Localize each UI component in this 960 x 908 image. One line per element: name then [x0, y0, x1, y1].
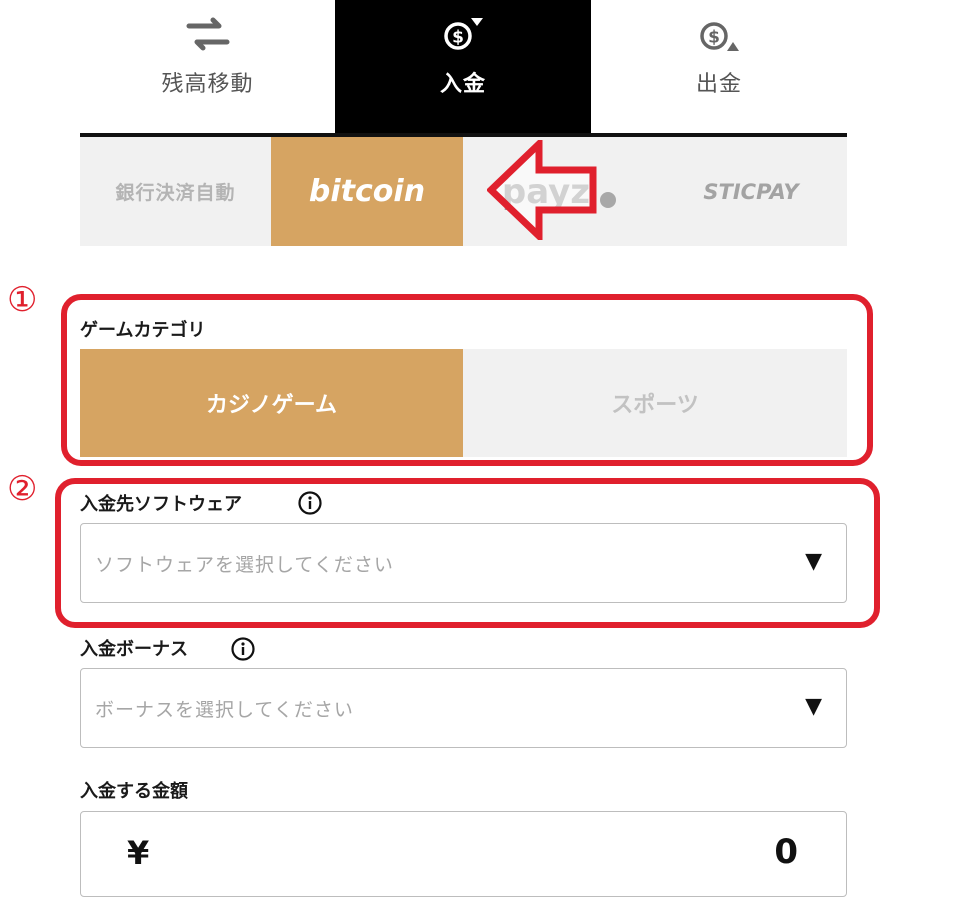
payment-bitcoin[interactable]: bitcoin: [271, 137, 463, 246]
category-casino-button[interactable]: カジノゲーム: [80, 349, 463, 457]
info-icon[interactable]: [230, 636, 256, 666]
payment-payz[interactable]: payz: [463, 137, 655, 246]
amount-value: 0: [774, 832, 798, 872]
tab-deposit[interactable]: $ 入金: [335, 0, 591, 133]
payment-method-bar: 銀行決済自動 bitcoin payz STICPAY: [80, 137, 847, 246]
step-2-marker: ②: [7, 469, 38, 509]
transfer-arrows-icon: [183, 14, 233, 58]
payz-logo: payz: [501, 171, 591, 212]
category-sports-button[interactable]: スポーツ: [463, 349, 847, 457]
bitcoin-logo: bitcoin: [308, 174, 426, 209]
amount-label: 入金する金額: [80, 781, 188, 802]
game-category-label: ゲームカテゴリ: [80, 320, 206, 341]
currency-symbol: ¥: [127, 834, 150, 872]
bonus-label: 入金ボーナス: [80, 639, 188, 660]
payment-label: 銀行決済自動: [115, 182, 236, 204]
bonus-select[interactable]: ボーナスを選択してください ▼: [80, 668, 847, 748]
tab-label: 入金: [439, 72, 486, 97]
tab-balance-transfer[interactable]: 残高移動: [80, 0, 335, 133]
payment-sticpay[interactable]: STICPAY: [655, 137, 847, 246]
tab-label: 残高移動: [161, 72, 254, 97]
tab-label: 出金: [695, 72, 742, 97]
tab-withdraw[interactable]: $ 出金: [591, 0, 847, 133]
deposit-dollar-icon: $: [438, 14, 488, 58]
amount-input[interactable]: ¥ 0: [80, 811, 847, 897]
category-label: カジノゲーム: [206, 393, 337, 418]
withdraw-dollar-icon: $: [694, 14, 744, 58]
software-placeholder: ソフトウェアを選択してください: [95, 554, 394, 576]
dropdown-caret-icon: ▼: [805, 549, 822, 574]
sticpay-logo: STICPAY: [703, 179, 799, 204]
dropdown-caret-icon: ▼: [805, 694, 822, 719]
info-icon[interactable]: [297, 490, 323, 520]
game-category-toggle: カジノゲーム スポーツ: [80, 349, 847, 457]
payment-bank-auto[interactable]: 銀行決済自動: [80, 137, 271, 246]
category-label: スポーツ: [611, 393, 699, 418]
svg-text:$: $: [452, 28, 464, 48]
svg-text:$: $: [708, 28, 720, 48]
payz-dot-icon: [600, 191, 617, 208]
software-label: 入金先ソフトウェア: [80, 494, 242, 515]
software-select[interactable]: ソフトウェアを選択してください ▼: [80, 523, 847, 603]
step-1-marker: ①: [7, 280, 38, 320]
bonus-placeholder: ボーナスを選択してください: [95, 699, 354, 721]
